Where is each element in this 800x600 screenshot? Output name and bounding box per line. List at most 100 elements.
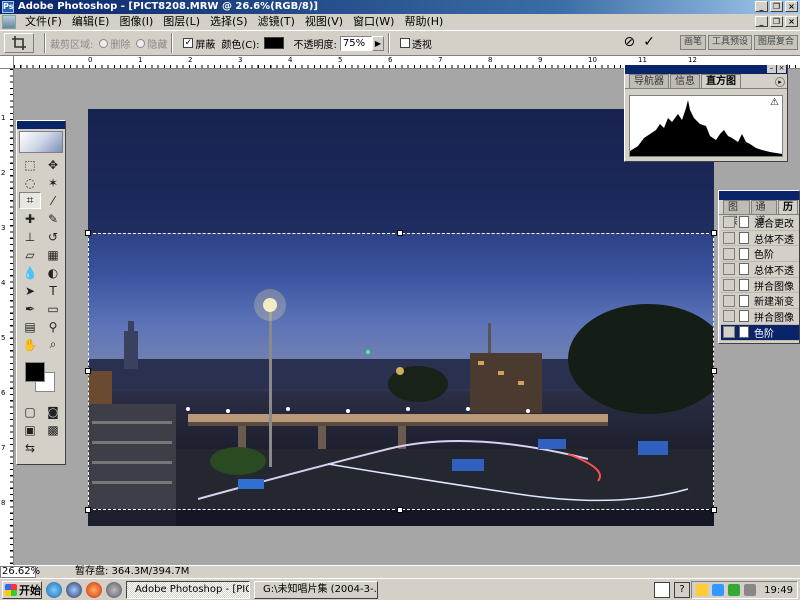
security-alert-icon[interactable] [696, 584, 709, 596]
image-canvas[interactable] [88, 109, 714, 526]
cancel-crop-icon[interactable]: ⊘ [624, 34, 636, 50]
task-photoshop[interactable]: Adobe Photoshop - [PIC... [126, 580, 250, 599]
lasso-tool-icon[interactable]: ◌ [19, 174, 41, 191]
menu-view[interactable]: 视图(V) [300, 14, 348, 30]
perspective-checkbox[interactable] [399, 38, 410, 48]
commit-crop-icon[interactable]: ✓ [643, 34, 655, 50]
minimize-button[interactable]: _ [755, 1, 768, 12]
vertical-ruler[interactable]: 1 2 3 4 5 6 7 8 [0, 69, 14, 565]
history-brush-tool-icon[interactable]: ↺ [42, 228, 64, 245]
well-tab-tool-presets[interactable]: 工具预设 [707, 35, 752, 50]
history-title-bar[interactable] [719, 191, 799, 200]
menu-file[interactable]: 文件(F) [20, 14, 67, 30]
panel-minimize-button[interactable]: – [767, 65, 776, 73]
snapshot-source-box[interactable] [723, 232, 735, 245]
history-state[interactable]: 混合更改 [721, 215, 799, 231]
doc-restore-button[interactable]: ❐ [770, 16, 783, 27]
document-icon[interactable] [2, 15, 16, 29]
jump-to-imageready-icon[interactable]: ⇆ [19, 439, 41, 456]
history-state[interactable]: 拼合图像 [721, 309, 799, 325]
menu-image[interactable]: 图像(I) [114, 14, 158, 30]
quick-mask-mode-icon[interactable]: ◙ [42, 403, 64, 420]
menu-help[interactable]: 帮助(H) [399, 14, 448, 30]
full-screen-mode-icon[interactable]: ▩ [42, 421, 64, 438]
ruler-origin[interactable] [0, 56, 14, 69]
crop-handle-bottom-left[interactable] [85, 507, 91, 513]
photoshop-app-icon[interactable]: Ps [2, 1, 14, 13]
eraser-tool-icon[interactable]: ▱ [19, 246, 41, 263]
notes-tool-icon[interactable]: ▤ [19, 318, 41, 335]
toolbox-title-bar[interactable] [17, 121, 65, 129]
adobe-online-logo[interactable] [19, 131, 63, 153]
snapshot-source-box[interactable] [723, 247, 735, 260]
crop-handle-bottom[interactable] [397, 507, 403, 513]
scratch-disk-info[interactable]: 暂存盘: 364.3M/394.7M [75, 566, 189, 578]
crop-handle-right[interactable] [711, 368, 717, 374]
language-bar-icon[interactable] [654, 582, 670, 598]
type-tool-icon[interactable]: T [42, 282, 64, 299]
panel-close-button[interactable]: × [777, 65, 786, 73]
eyedropper-tool-icon[interactable]: ⚲ [42, 318, 64, 335]
marquee-tool-icon[interactable]: ⬚ [19, 156, 41, 173]
tab-histogram[interactable]: 直方图 [701, 74, 741, 88]
restore-button[interactable]: ❐ [770, 1, 783, 12]
snapshot-source-box[interactable] [723, 279, 735, 292]
slice-tool-icon[interactable]: ⁄ [42, 192, 64, 209]
crop-handle-top[interactable] [397, 230, 403, 236]
opacity-slider-arrow[interactable]: ▶ [371, 35, 384, 51]
tab-history[interactable]: 历 [778, 200, 798, 214]
crop-handle-bottom-right[interactable] [711, 507, 717, 513]
doc-close-button[interactable]: × [785, 16, 798, 27]
brush-tool-icon[interactable]: ✎ [42, 210, 64, 227]
move-tool-icon[interactable]: ✥ [42, 156, 64, 173]
start-button[interactable]: 开始 [2, 580, 42, 599]
history-state[interactable]: 色阶 [721, 246, 799, 263]
opacity-input[interactable]: 75% [339, 35, 372, 51]
delete-radio[interactable] [99, 38, 109, 48]
snapshot-source-box[interactable] [723, 310, 735, 323]
foreground-color-swatch[interactable] [25, 362, 45, 382]
close-button[interactable]: × [785, 1, 798, 12]
path-selection-tool-icon[interactable]: ➤ [19, 282, 41, 299]
network-icon[interactable] [712, 584, 725, 596]
menu-select[interactable]: 选择(S) [205, 14, 253, 30]
standard-mode-icon[interactable]: ▢ [19, 403, 41, 420]
well-tab-layer-comps[interactable]: 图层复合 [753, 35, 798, 50]
dodge-tool-icon[interactable]: ◐ [42, 264, 64, 281]
menu-window[interactable]: 窗口(W) [348, 14, 399, 30]
snapshot-source-box[interactable] [723, 326, 735, 339]
history-state[interactable]: 总体不透 [721, 262, 799, 278]
tab-info[interactable]: 信息 [670, 74, 700, 88]
menu-layer[interactable]: 图层(L) [158, 14, 205, 30]
snapshot-source-box[interactable] [723, 294, 735, 307]
antivirus-icon[interactable] [728, 584, 741, 596]
shield-color-swatch[interactable] [263, 37, 284, 49]
pen-tool-icon[interactable]: ✒ [19, 300, 41, 317]
blur-tool-icon[interactable]: 💧 [19, 264, 41, 281]
hand-tool-icon[interactable]: ✋ [19, 336, 41, 353]
internet-explorer-icon[interactable] [46, 581, 62, 598]
snapshot-source-box[interactable] [723, 216, 735, 229]
hide-radio[interactable] [136, 38, 146, 48]
zoom-level-field[interactable]: 26.62% [0, 566, 40, 578]
doc-minimize-button[interactable]: _ [755, 16, 768, 27]
tab-layers[interactable]: 图层 [723, 200, 750, 227]
healing-brush-tool-icon[interactable]: ✚ [19, 210, 41, 227]
panel-menu-arrow-icon[interactable]: ▸ [775, 77, 785, 87]
zoom-tool-icon[interactable]: ⌕ [42, 336, 64, 353]
media-player-icon[interactable] [86, 581, 102, 598]
shield-checkbox[interactable]: ✓ [183, 38, 194, 48]
tool-preset-picker[interactable] [4, 33, 34, 53]
task-explorer[interactable]: G:\未知唱片集 (2004-3-... [254, 580, 378, 599]
clone-stamp-tool-icon[interactable]: ⊥ [19, 228, 41, 245]
quick-launch-icon[interactable] [66, 581, 82, 598]
history-state[interactable]: 拼合图像 [721, 278, 799, 294]
crop-handle-left[interactable] [85, 368, 91, 374]
screen-mode-icon[interactable]: ▣ [19, 421, 41, 438]
history-state[interactable]: 新建渐变 [721, 293, 799, 310]
history-state-selected[interactable]: 色阶 [721, 324, 799, 341]
system-clock[interactable]: 19:49 [764, 585, 793, 596]
well-tab-brushes[interactable]: 画笔 [679, 35, 706, 50]
magic-wand-tool-icon[interactable]: ✶ [42, 174, 64, 191]
volume-icon[interactable] [744, 584, 757, 596]
